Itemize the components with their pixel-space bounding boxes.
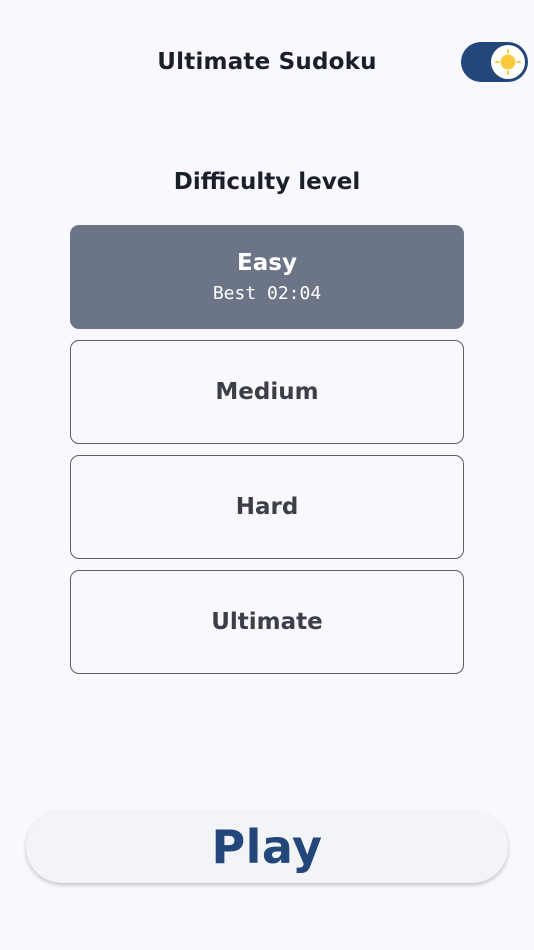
app-title: Ultimate Sudoku [157,49,377,75]
sun-icon [495,49,521,75]
level-label: Easy [237,250,297,276]
level-label: Hard [235,494,299,520]
level-hard[interactable]: Hard [70,455,464,559]
play-button[interactable]: Play [26,811,508,883]
play-label: Play [211,820,323,874]
level-medium[interactable]: Medium [70,340,464,444]
level-easy[interactable]: Easy Best 02:04 [70,225,464,329]
theme-toggle[interactable] [461,42,528,82]
level-ultimate[interactable]: Ultimate [70,570,464,674]
level-label: Ultimate [211,609,323,635]
level-label: Medium [215,379,319,405]
difficulty-title: Difficulty level [173,169,361,195]
theme-toggle-knob[interactable] [491,45,525,79]
best-time: Best 02:04 [212,283,322,304]
